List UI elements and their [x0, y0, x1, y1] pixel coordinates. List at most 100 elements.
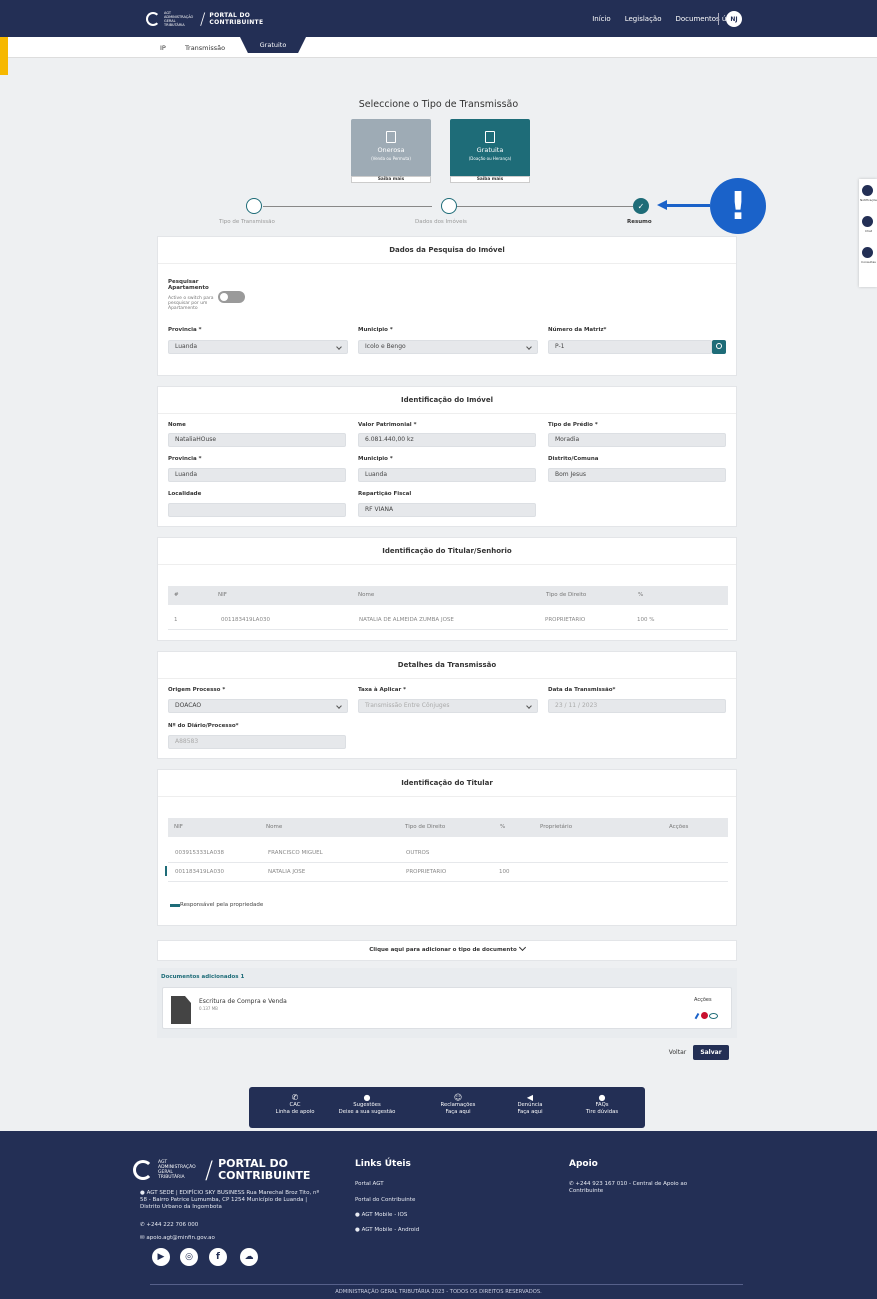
help-denuncia[interactable]: ◀ Denúncia Faça aqui — [500, 1093, 560, 1115]
help-reclamacoes[interactable]: ☺ Reclamações Faça aqui — [428, 1093, 488, 1115]
tab-gratuito[interactable]: Gratuito — [240, 37, 306, 53]
links-title: Links Úteis — [355, 1159, 411, 1169]
agt-logo-icon — [146, 11, 160, 26]
nome-field[interactable]: NataliaHOuse — [168, 433, 346, 447]
tab-transmissao[interactable]: Transmissão — [185, 44, 225, 52]
taxa-select[interactable]: Transmissão Entre Cônjuges — [358, 699, 538, 713]
toggle-label: Pesquisar Apartamento — [168, 279, 209, 291]
localidade-field[interactable] — [168, 503, 346, 517]
search-button[interactable] — [712, 340, 726, 354]
copyright: ADMINISTRAÇÃO GERAL TRIBUTÁRIA 2023 - TO… — [335, 1289, 542, 1295]
step-1-circle[interactable] — [246, 198, 262, 214]
chevron-down-icon — [526, 344, 532, 350]
municipio-field[interactable]: Luanda — [358, 468, 536, 482]
saiba-mais-gratuita[interactable]: Saiba mais — [450, 176, 530, 183]
eye-icon[interactable] — [709, 1013, 718, 1019]
smile-icon: ☺ — [453, 1093, 463, 1102]
apoio-phone: ✆ +244 923 167 010 - Central de Apoio ao… — [569, 1181, 688, 1194]
megaphone-icon: ◀ — [526, 1093, 534, 1102]
salvar-button[interactable]: Salvar — [693, 1045, 729, 1060]
facebook-icon[interactable]: f — [209, 1248, 227, 1266]
step-label-2: Dados dos Imóveis — [415, 219, 467, 225]
provincia-field[interactable]: Luanda — [168, 468, 346, 482]
step-label-3: Resumo — [627, 219, 652, 225]
table-row: 001183419LA030 NATALIA JOSE PROPRIETARIO… — [165, 863, 728, 882]
side-widget: Notificações Chat Consultas — [859, 179, 877, 287]
card-onerosa[interactable]: Onerosa (Venda ou Permuta) Saiba mais — [351, 119, 431, 183]
link-android[interactable]: ● AGT Mobile - Android — [355, 1227, 419, 1234]
footer-divider — [150, 1284, 743, 1285]
municipio-select[interactable]: Icolo e Bengo — [358, 340, 538, 354]
step-3-check-icon[interactable]: ✓ — [633, 198, 649, 214]
distrito-field[interactable]: Bom Jesus — [548, 468, 726, 482]
top-navbar: AGT ADMINISTRAÇÃO GERAL TRIBUTÁRIA / POR… — [0, 0, 877, 37]
footer-phone: ✆ +244 222 706 000 — [140, 1222, 199, 1228]
reparticao-field[interactable]: RF VIANA — [358, 503, 536, 517]
youtube-icon[interactable]: ▶ — [152, 1248, 170, 1266]
apartment-toggle[interactable] — [218, 291, 245, 303]
step-2-circle[interactable] — [441, 198, 457, 214]
saiba-mais-onerosa[interactable]: Saiba mais — [351, 176, 431, 183]
portal-logo[interactable]: AGT ADMINISTRAÇÃO GERAL TRIBUTÁRIA / POR… — [146, 9, 263, 28]
footer-email[interactable]: ✉ apoio.agt@minfin.gov.ao — [140, 1235, 215, 1242]
logo-title-1: PORTAL DO — [209, 11, 251, 19]
card-transmissao: Detalhes da Transmissão Origem Processo … — [157, 651, 737, 759]
valor-field[interactable]: 6.081.440,00 kz — [358, 433, 536, 447]
help-cac[interactable]: ✆ CAC Linha de apoio — [265, 1093, 325, 1115]
card-title: Identificação do Titular/Senhorio — [158, 538, 736, 565]
card-senhorio: Identificação do Titular/Senhorio # NIF … — [157, 537, 737, 641]
link-portal-agt[interactable]: Portal AGT — [355, 1181, 384, 1188]
bell-icon[interactable] — [862, 185, 873, 196]
edit-icon[interactable] — [694, 1013, 699, 1019]
help-bar: ✆ CAC Linha de apoio ● Sugestões Deixe a sua… — [249, 1087, 645, 1128]
help-faqs[interactable]: ● FAQs Tire dúvidas — [572, 1093, 632, 1115]
origem-select[interactable]: DOACAO — [168, 699, 348, 713]
chat-icon[interactable] — [862, 216, 873, 227]
cloud-icon[interactable]: ☁ — [240, 1248, 258, 1266]
help-sugestoes[interactable]: ● Sugestões Deixe a sua sugestão — [337, 1093, 397, 1115]
link-ios[interactable]: ● AGT Mobile - IOS — [355, 1212, 407, 1219]
logo-org-text: AGT ADMINISTRAÇÃO GERAL TRIBUTÁRIA — [164, 10, 194, 27]
card-gratuita[interactable]: Gratuita (Doação ou Herança) Saiba mais — [450, 119, 530, 183]
footer-logo: AGT ADMINISTRAÇÃO GERAL TRIBUTÁRIA / POR… — [133, 1156, 310, 1184]
faq-icon: ● — [598, 1093, 606, 1102]
nav-inicio[interactable]: Início — [592, 15, 611, 23]
footer: AGT ADMINISTRAÇÃO GERAL TRIBUTÁRIA / POR… — [0, 1131, 877, 1299]
arrow-shaft — [665, 204, 710, 207]
instagram-icon[interactable]: ◎ — [180, 1248, 198, 1266]
breadcrumb-tabs: IP Transmissão Gratuito — [8, 37, 877, 58]
chevron-down-icon — [518, 943, 526, 952]
chevron-down-icon — [526, 703, 532, 709]
side-accent — [0, 37, 8, 75]
legend-text: Responsável pela propriedade — [180, 902, 264, 908]
top-nav: Início Legislação Documentos úteis — [592, 15, 739, 23]
document-size: 0.137 MB — [199, 1006, 218, 1011]
documents-count: Documentos adicionados 1 — [161, 974, 245, 980]
table-header: NIF Nome Tipo de Direito % Proprietário … — [168, 818, 728, 837]
table-row: 1 001183419LA030 NATALIA DE ALMEIDA ZUMB… — [168, 611, 728, 630]
card-title: Detalhes da Transmissão — [158, 652, 736, 679]
add-document-toggle[interactable]: Clique aqui para adicionar o tipo de doc… — [157, 940, 737, 961]
exclamation-icon: ! — [710, 178, 766, 234]
card-pesquisa: Dados da Pesquisa do Imóvel Pesquisar Ap… — [157, 236, 737, 376]
diario-input[interactable]: A88583 — [168, 735, 346, 749]
voltar-button[interactable]: Voltar — [665, 1045, 690, 1060]
delete-icon[interactable] — [701, 1012, 708, 1019]
data-transmissao-input[interactable]: 23 / 11 / 2023 — [548, 699, 726, 713]
document-name: Escritura de Compra e Venda — [199, 998, 287, 1005]
chevron-down-icon — [336, 344, 342, 350]
matriz-input[interactable]: P-1 — [548, 340, 712, 354]
nav-legislacao[interactable]: Legislação — [625, 15, 662, 23]
provincia-select[interactable]: Luanda — [168, 340, 348, 354]
table-header: # NIF Nome Tipo de Direito % — [168, 586, 728, 605]
selection-title: Seleccione o Tipo de Transmissão — [358, 99, 519, 110]
tipo-predio-field[interactable]: Moradia — [548, 433, 726, 447]
user-avatar[interactable]: NJ — [726, 11, 742, 27]
link-portal-contribuinte[interactable]: Portal do Contribuinte — [355, 1197, 415, 1204]
document-item: Escritura de Compra e Venda 0.137 MB Acç… — [162, 987, 732, 1029]
consult-icon[interactable] — [862, 247, 873, 258]
documents-panel: Documentos adicionados 1 Escritura de Co… — [157, 968, 737, 1038]
tab-ip[interactable]: IP — [160, 44, 166, 52]
footer-address: ● AGT SEDE | EDIFÍCIO SKY BUSINESS Rua M… — [140, 1190, 320, 1210]
agt-logo-icon — [133, 1160, 153, 1180]
